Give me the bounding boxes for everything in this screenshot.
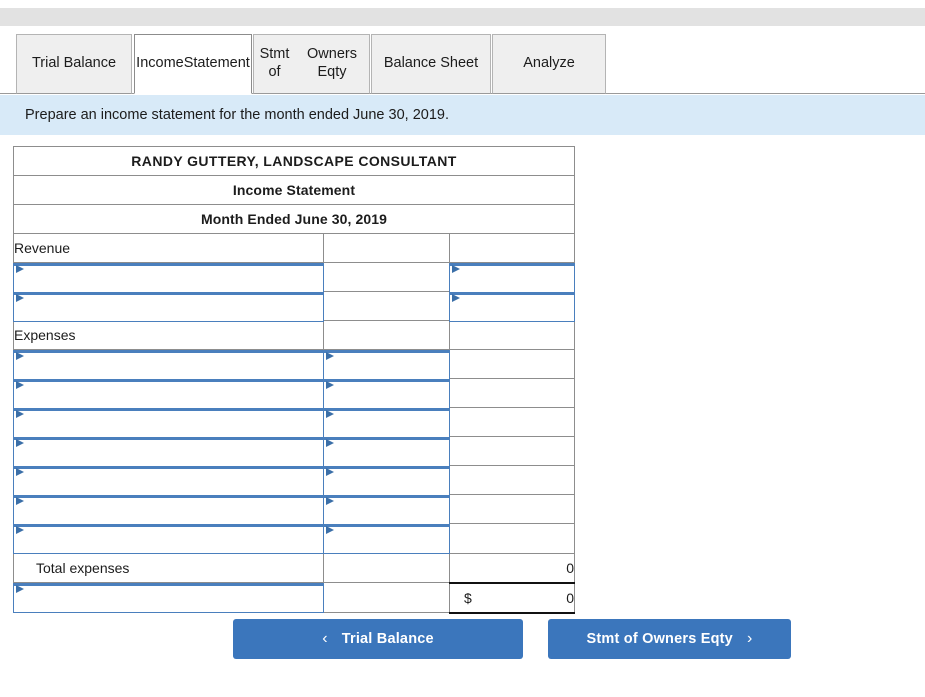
net-income-col2 [323,582,450,613]
expense-3-description-input[interactable] [13,407,324,438]
expense-7-amount-cell[interactable] [323,523,450,554]
expense-4-col3 [449,436,575,466]
expense-3-col3 [449,407,575,437]
income-statement-table: RANDY GUTTERY, LANDSCAPE CONSULTANT Inco… [13,146,575,614]
expense-6-amount-input[interactable] [323,494,450,525]
expense-5-description-input[interactable] [13,465,324,496]
expense-6-amount-cell[interactable] [323,494,450,525]
revenue-1-amount-input[interactable] [449,262,575,293]
expense-5-col3 [449,465,575,495]
expense-7-desc-cell[interactable] [13,523,324,554]
expense-5-desc-cell[interactable] [13,465,324,496]
prev-button-label: Trial Balance [341,631,434,647]
table-row-expense-7 [13,523,575,554]
tab-analyze[interactable]: Analyze [492,34,606,94]
net-income-value: 0 [566,589,574,606]
table-row-revenue-1 [13,262,575,293]
revenue-2-amount-cell[interactable] [449,291,575,322]
net-income-description-input[interactable] [13,582,324,613]
total-expenses-col2 [323,552,450,583]
expense-7-col3 [449,523,575,554]
expense-2-amount-input[interactable] [323,378,450,409]
chevron-left-icon: ‹ [322,630,328,647]
currency-symbol: $ [464,589,472,606]
expense-3-desc-cell[interactable] [13,407,324,438]
tab-stmt-of-owners-eqty[interactable]: Stmt of Owners Eqty [253,34,370,94]
expense-2-desc-cell[interactable] [13,378,324,409]
expense-6-col3 [449,494,575,524]
revenue-1-description-input[interactable] [13,262,324,293]
expense-7-description-input[interactable] [13,523,324,554]
prev-trial-balance-button[interactable]: ‹ Trial Balance [233,619,523,659]
revenue-heading-col3 [449,233,575,263]
expense-2-description-input[interactable] [13,378,324,409]
instruction-banner: Prepare an income statement for the mont… [0,95,925,135]
revenue-1-col2 [323,262,450,292]
tab-bar: Trial Balance Income Statement Stmt of Own… [0,34,925,94]
expense-3-amount-input[interactable] [323,407,450,438]
instruction-text: Prepare an income statement for the mont… [25,107,449,123]
expense-4-amount-cell[interactable] [323,436,450,467]
tab-income-statement[interactable]: Income Statement [134,34,252,94]
expense-1-amount-input[interactable] [323,349,450,380]
total-expenses-label: Total expenses [13,552,324,583]
expense-2-col3 [449,378,575,408]
chevron-right-icon: › [746,630,753,647]
table-row-expense-1 [13,349,575,380]
expense-1-description-input[interactable] [13,349,324,380]
expenses-heading-col3 [449,320,575,350]
revenue-heading-col2 [323,233,450,263]
expense-5-amount-input[interactable] [323,465,450,496]
expense-6-desc-cell[interactable] [13,494,324,525]
table-row-period: Month Ended June 30, 2019 [13,204,575,234]
table-row-total-expenses: Total expenses 0 [13,552,575,584]
expense-2-amount-cell[interactable] [323,378,450,409]
expense-4-amount-input[interactable] [323,436,450,467]
table-row-expense-4 [13,436,575,467]
expenses-section-label: Expenses [13,320,324,350]
statement-title-header: Income Statement [13,175,575,205]
net-income-desc-cell[interactable] [13,582,324,613]
revenue-2-desc-cell[interactable] [13,291,324,322]
expense-1-col3 [449,349,575,379]
expense-6-description-input[interactable] [13,494,324,525]
table-row-expenses-heading: Expenses [13,320,575,350]
table-row-title: Income Statement [13,175,575,205]
revenue-1-desc-cell[interactable] [13,262,324,293]
company-name-header: RANDY GUTTERY, LANDSCAPE CONSULTANT [13,146,575,176]
next-stmt-owners-eqty-button[interactable]: Stmt of Owners Eqty › [548,619,791,659]
expense-4-description-input[interactable] [13,436,324,467]
table-row-expense-3 [13,407,575,438]
revenue-2-col2 [323,291,450,321]
expense-1-amount-cell[interactable] [323,349,450,380]
expense-4-desc-cell[interactable] [13,436,324,467]
table-row-revenue-heading: Revenue [13,233,575,263]
table-row-company: RANDY GUTTERY, LANDSCAPE CONSULTANT [13,146,575,176]
top-gray-bar [0,8,925,26]
table-row-expense-2 [13,378,575,409]
total-expenses-value: 0 [449,552,575,584]
expense-1-desc-cell[interactable] [13,349,324,380]
net-income-value-cell: $ 0 [449,582,575,614]
tab-trial-balance[interactable]: Trial Balance [16,34,132,94]
table-row-expense-6 [13,494,575,525]
tab-balance-sheet[interactable]: Balance Sheet [371,34,491,94]
expenses-heading-col2 [323,320,450,350]
table-row-revenue-2 [13,291,575,322]
revenue-2-amount-input[interactable] [449,291,575,322]
next-button-label: Stmt of Owners Eqty [586,631,733,647]
revenue-section-label: Revenue [13,233,324,263]
table-row-expense-5 [13,465,575,496]
table-row-net-income: $ 0 [13,582,575,614]
expense-7-amount-input[interactable] [323,523,450,554]
revenue-2-description-input[interactable] [13,291,324,322]
revenue-1-amount-cell[interactable] [449,262,575,293]
expense-5-amount-cell[interactable] [323,465,450,496]
statement-period-header: Month Ended June 30, 2019 [13,204,575,234]
expense-3-amount-cell[interactable] [323,407,450,438]
